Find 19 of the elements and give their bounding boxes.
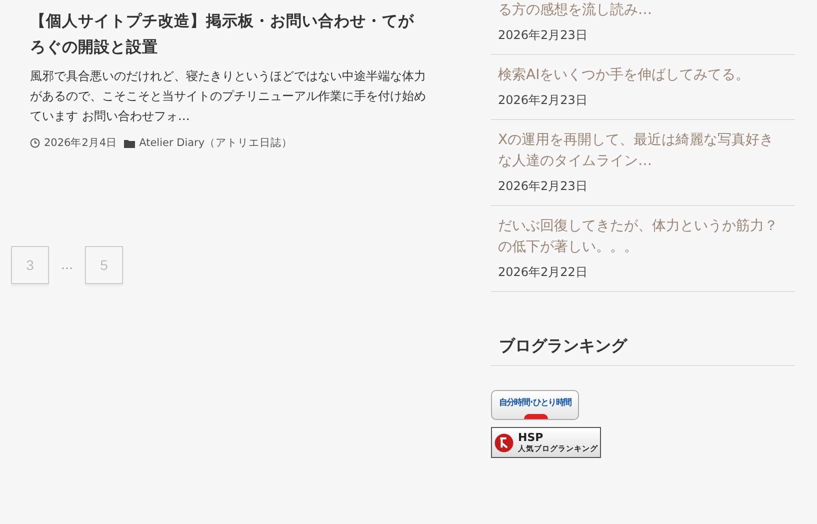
folder-icon (124, 138, 136, 148)
clock-icon (30, 138, 40, 148)
post-excerpt: 風邪で具合悪いのだけれど、寝たきりというほどではない中途半端な体力があるので、こそこそと当サイトのプチリニューアル作業に手を付け始めています お問い合わせフォ… (30, 68, 427, 125)
post-category[interactable]: Atelier Diary（アトリエ日誌） (139, 136, 293, 150)
page-link[interactable]: 5 (85, 246, 123, 284)
post-date: 2026年2月4日 (44, 136, 118, 150)
recent-post-link[interactable]: 検索AIをいくつか手を伸ばしてみてる。 (498, 65, 787, 86)
recent-post-link[interactable]: だいぶ回復してきたが、体力というか筋力？の低下が著しい。。。 (498, 216, 787, 258)
recent-post-date: 2026年2月23日 (498, 27, 588, 44)
widget-heading: ブログランキング (491, 292, 795, 366)
post-title[interactable]: 【個人サイトプチ改造】掲示板・お問い合わせ・てがろぐの開設と設置 (30, 8, 429, 60)
recent-post-date: 2026年2月22日 (498, 264, 588, 281)
page-link[interactable]: 3 (11, 246, 49, 284)
recent-post-link[interactable]: る方の感想を流し読み… (498, 0, 787, 21)
pagination-ellipsis: … (60, 258, 74, 272)
recent-post-date: 2026年2月23日 (498, 92, 588, 109)
ranking-banner[interactable]: 自分時間･ひとり時間 (491, 390, 579, 420)
recent-post-link[interactable]: Xの運用を再開して、最近は綺麗な写真好きな人達のタイムライン… (498, 130, 787, 172)
recent-post-date: 2026年2月23日 (498, 178, 588, 195)
